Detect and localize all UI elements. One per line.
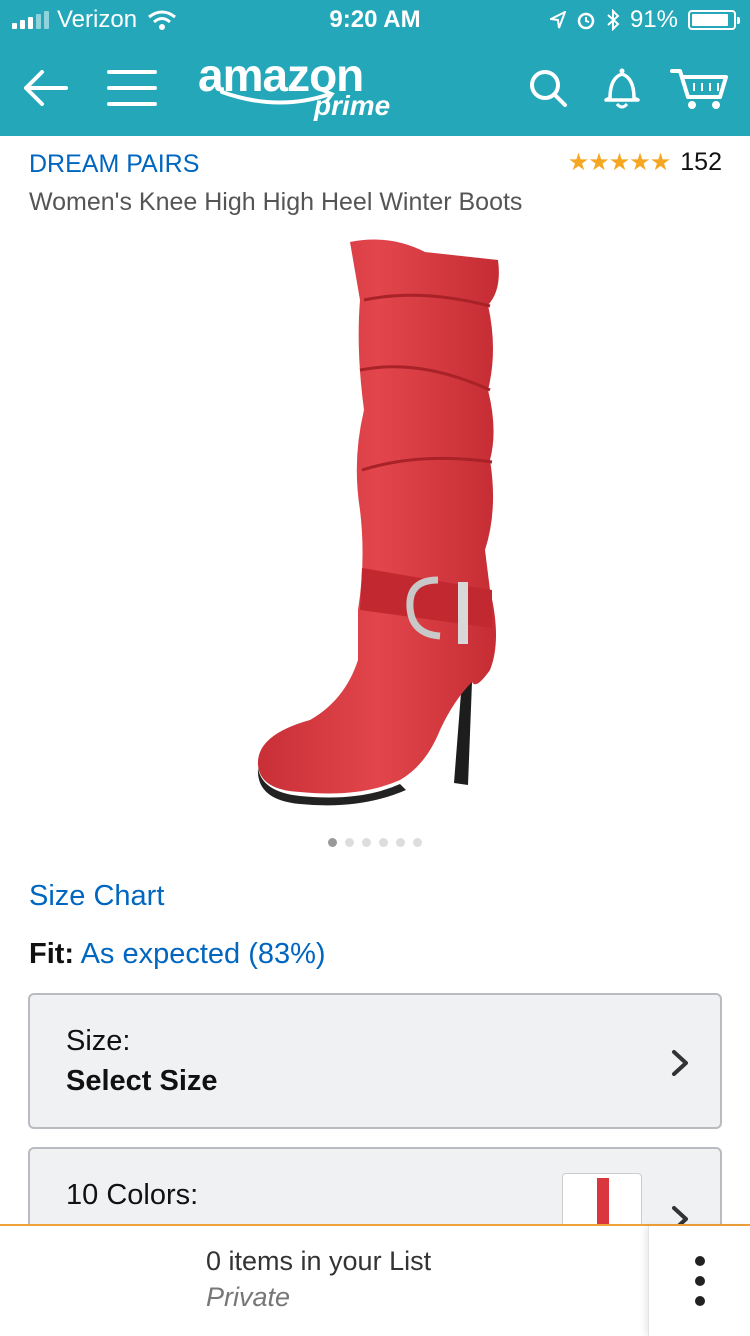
- dot-icon: [695, 1296, 705, 1306]
- pagination-dot[interactable]: [413, 838, 422, 847]
- list-privacy-text: Private: [206, 1282, 291, 1312]
- back-button[interactable]: [18, 40, 72, 136]
- fit-value-link[interactable]: As expected (83%): [81, 938, 326, 970]
- dot-icon: [695, 1256, 705, 1266]
- menu-button[interactable]: [104, 40, 160, 136]
- search-button[interactable]: [522, 40, 574, 136]
- logo-prime: prime: [314, 90, 391, 121]
- pagination-dot[interactable]: [379, 838, 388, 847]
- location-icon: [549, 11, 566, 29]
- rating-count: 152: [680, 148, 722, 176]
- status-right: 91%: [549, 6, 740, 34]
- cart-button[interactable]: [668, 40, 732, 136]
- brand-link[interactable]: DREAM PAIRS: [29, 150, 199, 179]
- bell-icon: [604, 68, 640, 109]
- battery-icon: [688, 10, 740, 30]
- colors-label: 10 Colors:: [66, 1179, 199, 1211]
- size-value: Select Size: [66, 1065, 218, 1097]
- size-label: Size:: [66, 1025, 131, 1057]
- menu-icon: [107, 70, 157, 106]
- search-icon: [530, 70, 567, 107]
- rating-summary[interactable]: ★★★★★ 152: [568, 148, 722, 177]
- size-chart-link[interactable]: Size Chart: [29, 880, 164, 913]
- battery-percent: 91%: [629, 6, 678, 33]
- more-options-button[interactable]: [648, 1226, 750, 1336]
- amazon-prime-logo[interactable]: amazon prime: [198, 52, 390, 121]
- product-title: Women's Knee High High Heel Winter Boots: [29, 188, 523, 216]
- image-pagination[interactable]: [0, 838, 750, 847]
- cart-icon: [670, 69, 728, 109]
- fit-label: Fit:: [29, 938, 75, 970]
- status-bar: Verizon 9:20 AM 91%: [0, 0, 750, 40]
- dot-icon: [695, 1276, 705, 1286]
- fit-info: Fit: As expected (83%): [29, 938, 326, 971]
- back-arrow-icon: [24, 70, 68, 106]
- pagination-dot[interactable]: [345, 838, 354, 847]
- product-image[interactable]: [240, 230, 520, 810]
- nav-bar: amazon prime: [0, 40, 750, 136]
- bluetooth-icon: [607, 9, 620, 31]
- list-status-text: 0 items in your List: [206, 1246, 432, 1276]
- alarm-icon: [577, 12, 595, 30]
- pagination-dot[interactable]: [328, 838, 337, 847]
- list-bottom-bar[interactable]: 0 items in your List Private: [0, 1224, 750, 1336]
- rating-stars: ★★★★★: [567, 149, 672, 176]
- pagination-dot[interactable]: [362, 838, 371, 847]
- pagination-dot[interactable]: [396, 838, 405, 847]
- size-selector[interactable]: Size: Select Size: [28, 993, 722, 1129]
- notifications-button[interactable]: [596, 40, 648, 136]
- chevron-right-icon: [672, 1050, 688, 1076]
